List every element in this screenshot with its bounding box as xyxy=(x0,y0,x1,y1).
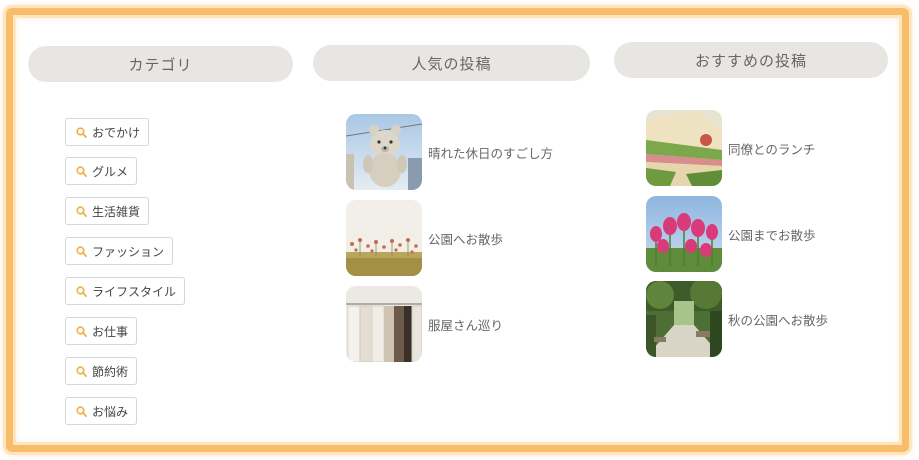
search-icon xyxy=(76,405,87,417)
park-path-photo[interactable] xyxy=(646,281,722,357)
category-tag-label: お悩み xyxy=(92,404,129,419)
search-icon xyxy=(76,205,87,217)
search-icon xyxy=(76,165,87,177)
post-title[interactable]: 服屋さん巡り xyxy=(428,315,503,334)
search-icon xyxy=(76,325,87,337)
popular-post[interactable]: 服屋さん巡り xyxy=(346,286,503,362)
recommended-heading: おすすめの投稿 xyxy=(614,42,888,78)
flower-field-photo[interactable] xyxy=(346,200,422,276)
category-tag-label: 生活雑貨 xyxy=(92,204,141,219)
recommended-post[interactable]: 同僚とのランチ xyxy=(646,110,815,186)
category-tag-seikatsu-zakka[interactable]: 生活雑貨 xyxy=(65,197,150,225)
popular-post[interactable]: 公園へお散歩 xyxy=(346,200,503,276)
category-tag-label: 節約術 xyxy=(92,364,129,379)
clothes-rack-photo[interactable] xyxy=(346,286,422,362)
tulips-photo[interactable] xyxy=(646,196,722,272)
category-tag-setsuyakujutsu[interactable]: 節約術 xyxy=(65,357,138,385)
search-icon xyxy=(76,365,87,377)
category-tag-odekake[interactable]: おでかけ xyxy=(65,118,150,146)
sandwich-photo[interactable] xyxy=(646,110,722,186)
post-title[interactable]: 公園へお散歩 xyxy=(428,229,503,248)
search-icon xyxy=(76,126,87,138)
category-tag-onayami[interactable]: お悩み xyxy=(65,397,138,425)
teddy-bear-photo[interactable] xyxy=(346,114,422,190)
category-tag-label: ファッション xyxy=(92,244,165,259)
recommended-post[interactable]: 公園までお散歩 xyxy=(646,196,816,272)
category-tag-label: お仕事 xyxy=(92,324,129,339)
category-tag-oshigoto[interactable]: お仕事 xyxy=(65,317,138,345)
search-icon xyxy=(76,285,87,297)
category-heading: カテゴリ xyxy=(28,46,293,82)
post-title[interactable]: 同僚とのランチ xyxy=(728,139,815,158)
post-title[interactable]: 公園までお散歩 xyxy=(728,225,816,244)
category-tag-gourmet[interactable]: グルメ xyxy=(65,157,138,185)
popular-post[interactable]: 晴れた休日のすごし方 xyxy=(346,114,553,190)
search-icon xyxy=(76,245,87,257)
post-title[interactable]: 秋の公園へお散歩 xyxy=(728,310,828,329)
category-tag-label: ライフスタイル xyxy=(92,284,177,299)
category-tag-label: おでかけ xyxy=(92,125,141,140)
post-title[interactable]: 晴れた休日のすごし方 xyxy=(428,143,553,162)
popular-heading: 人気の投稿 xyxy=(313,45,590,81)
category-tag-fashion[interactable]: ファッション xyxy=(65,237,174,265)
category-tag-label: グルメ xyxy=(92,164,129,179)
category-tag-lifestyle[interactable]: ライフスタイル xyxy=(65,277,186,305)
recommended-post[interactable]: 秋の公園へお散歩 xyxy=(646,281,828,357)
